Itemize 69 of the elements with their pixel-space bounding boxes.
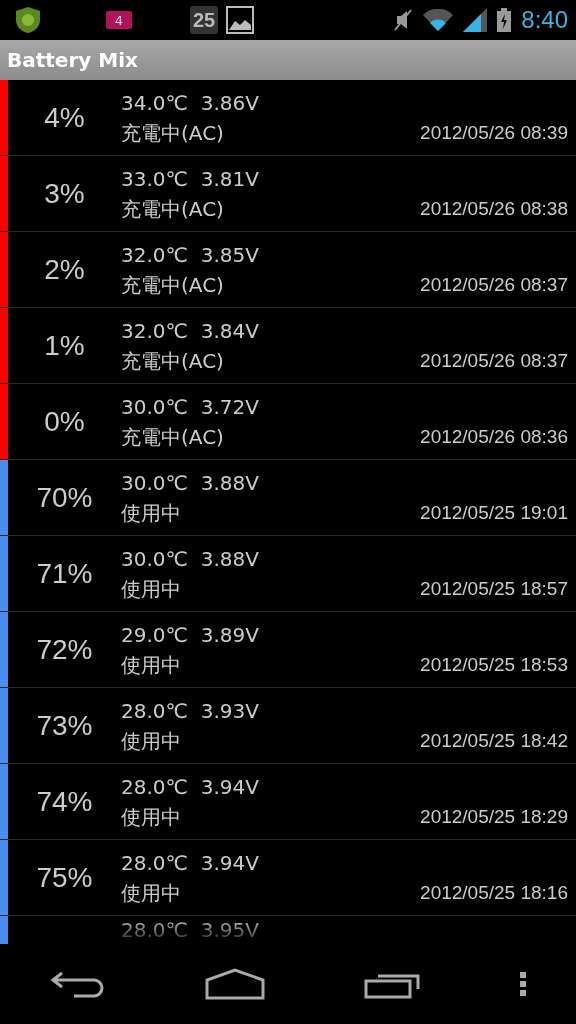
battery-percent: 72% bbox=[36, 633, 93, 666]
temperature-voltage: 28.0℃ 3.94V bbox=[121, 851, 259, 875]
history-row[interactable]: 71% 30.0℃ 3.88V 使用中 2012/05/25 18:57 bbox=[0, 536, 576, 612]
calendar-icon: 25 bbox=[190, 6, 219, 34]
home-button[interactable] bbox=[204, 968, 265, 1000]
history-row[interactable]: 72% 29.0℃ 3.89V 使用中 2012/05/25 18:53 bbox=[0, 612, 576, 688]
temperature-voltage: 28.0℃ 3.93V bbox=[121, 699, 259, 723]
battery-percent: 0% bbox=[44, 405, 85, 438]
history-row[interactable]: 74% 28.0℃ 3.94V 使用中 2012/05/25 18:29 bbox=[0, 764, 576, 840]
battery-percent: 71% bbox=[36, 557, 93, 590]
charge-state: 充電中(AC) bbox=[121, 349, 224, 373]
signal-icon bbox=[463, 8, 488, 32]
charge-state: 使用中 bbox=[121, 653, 181, 677]
charge-state: 使用中 bbox=[121, 577, 181, 601]
app-title: Battery Mix bbox=[7, 48, 138, 72]
temperature-voltage: 32.0℃ 3.85V bbox=[121, 243, 259, 267]
menu-button[interactable] bbox=[518, 971, 527, 997]
charge-state: 使用中 bbox=[121, 501, 181, 525]
battery-percent: 4% bbox=[44, 101, 85, 134]
charge-state: 充電中(AC) bbox=[121, 197, 224, 221]
timestamp: 2012/05/26 08:39 bbox=[420, 121, 568, 145]
timestamp: 2012/05/25 19:01 bbox=[420, 501, 568, 525]
timestamp: 2012/05/25 18:29 bbox=[420, 805, 568, 829]
battery-percent: 73% bbox=[36, 709, 93, 742]
temperature-voltage: 30.0℃ 3.88V bbox=[121, 547, 259, 571]
notification-badge: 4 bbox=[106, 11, 132, 29]
temperature-voltage: 29.0℃ 3.89V bbox=[121, 623, 259, 647]
history-row[interactable]: 0% 30.0℃ 3.72V 充電中(AC) 2012/05/26 08:36 bbox=[0, 384, 576, 460]
battery-percent: 75% bbox=[36, 861, 93, 894]
history-row[interactable]: 1% 32.0℃ 3.84V 充電中(AC) 2012/05/26 08:37 bbox=[0, 308, 576, 384]
charge-state: 使用中 bbox=[121, 881, 181, 905]
timestamp: 2012/05/26 08:36 bbox=[420, 425, 568, 449]
history-row[interactable]: 3% 33.0℃ 3.81V 充電中(AC) 2012/05/26 08:38 bbox=[0, 156, 576, 232]
history-row[interactable]: 2% 32.0℃ 3.85V 充電中(AC) 2012/05/26 08:37 bbox=[0, 232, 576, 308]
timestamp: 2012/05/26 08:37 bbox=[420, 273, 568, 297]
back-button[interactable] bbox=[49, 969, 106, 999]
temperature-voltage: 30.0℃ 3.88V bbox=[121, 471, 259, 495]
battery-percent: 1% bbox=[44, 329, 85, 362]
temperature-voltage: 30.0℃ 3.72V bbox=[121, 395, 259, 419]
clock: 8:40 bbox=[521, 6, 568, 34]
charge-state: 充電中(AC) bbox=[121, 273, 224, 297]
charge-state: 充電中(AC) bbox=[121, 425, 224, 449]
history-row[interactable]: 28.0℃ 3.95V bbox=[0, 916, 576, 944]
temperature-voltage: 28.0℃ 3.94V bbox=[121, 775, 259, 799]
charge-state: 充電中(AC) bbox=[121, 121, 224, 145]
history-row[interactable]: 75% 28.0℃ 3.94V 使用中 2012/05/25 18:16 bbox=[0, 840, 576, 916]
battery-charging-icon bbox=[497, 8, 512, 32]
timestamp: 2012/05/26 08:38 bbox=[420, 197, 568, 221]
wifi-icon bbox=[423, 9, 454, 31]
timestamp: 2012/05/25 18:53 bbox=[420, 653, 568, 677]
history-row[interactable]: 4% 34.0℃ 3.86V 充電中(AC) 2012/05/26 08:39 bbox=[0, 80, 576, 156]
timestamp: 2012/05/26 08:37 bbox=[420, 349, 568, 373]
timestamp: 2012/05/25 18:57 bbox=[420, 577, 568, 601]
temperature-voltage: 34.0℃ 3.86V bbox=[121, 91, 259, 115]
temperature-voltage: 32.0℃ 3.84V bbox=[121, 319, 259, 343]
battery-percent: 74% bbox=[36, 785, 93, 818]
shield-icon bbox=[14, 6, 42, 34]
mute-icon bbox=[393, 8, 414, 32]
timestamp: 2012/05/25 18:42 bbox=[420, 729, 568, 753]
history-row[interactable]: 73% 28.0℃ 3.93V 使用中 2012/05/25 18:42 bbox=[0, 688, 576, 764]
battery-percent: 3% bbox=[44, 177, 85, 210]
charge-state: 使用中 bbox=[121, 805, 181, 829]
image-icon bbox=[226, 6, 255, 34]
battery-percent: 70% bbox=[36, 481, 93, 514]
charge-state: 使用中 bbox=[121, 729, 181, 753]
temperature-voltage: 33.0℃ 3.81V bbox=[121, 167, 259, 191]
battery-percent: 2% bbox=[44, 253, 85, 286]
history-row[interactable]: 70% 30.0℃ 3.88V 使用中 2012/05/25 19:01 bbox=[0, 460, 576, 536]
timestamp: 2012/05/25 18:16 bbox=[420, 881, 568, 905]
